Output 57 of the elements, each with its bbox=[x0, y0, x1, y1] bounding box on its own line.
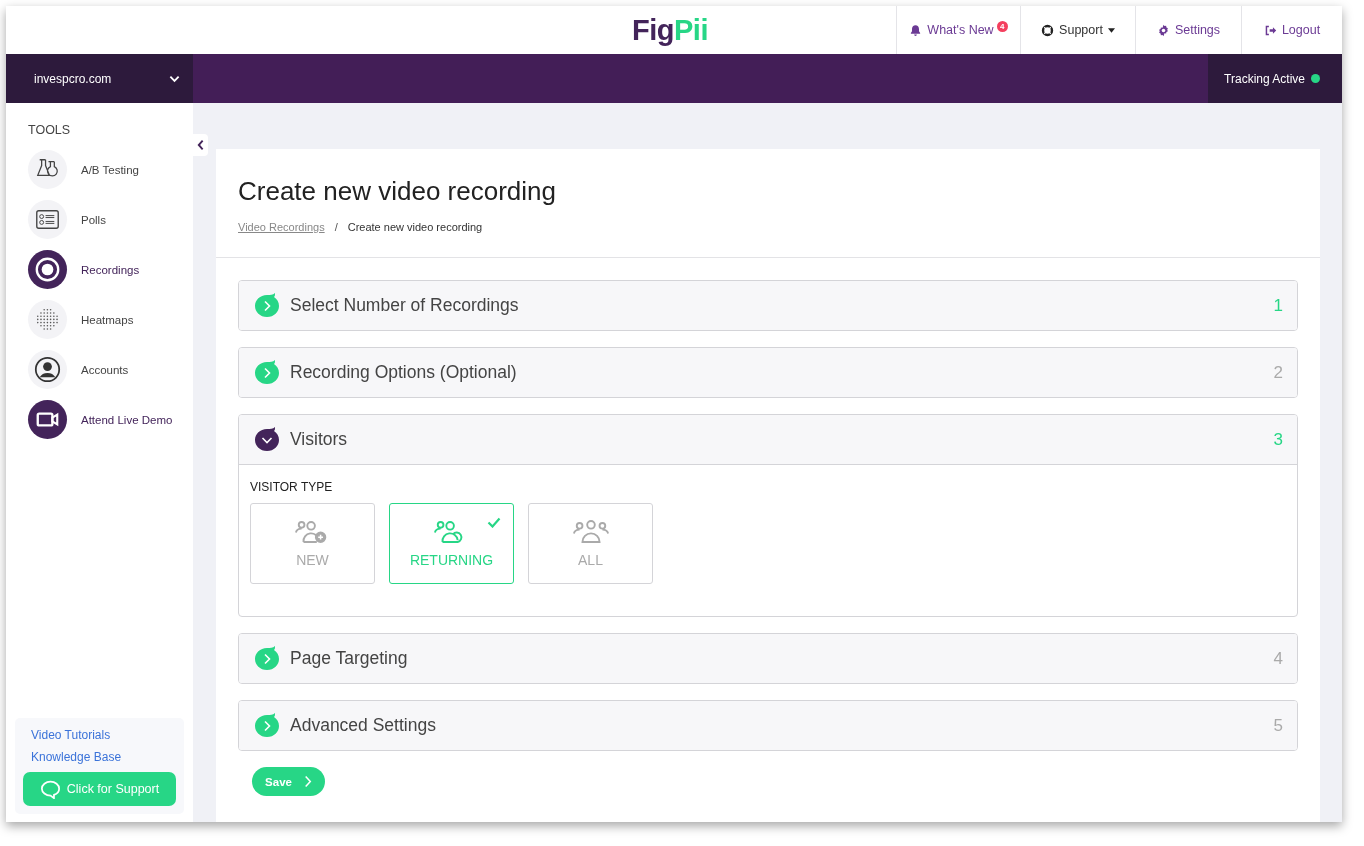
sidebar-item[interactable]: Recordings bbox=[15, 245, 184, 295]
help-link[interactable]: Knowledge Base bbox=[23, 750, 176, 764]
sidebar-item[interactable]: Heatmaps bbox=[15, 295, 184, 345]
step-header[interactable]: Advanced Settings 5 bbox=[239, 701, 1297, 750]
logo-text: Pii bbox=[674, 13, 708, 46]
breadcrumb-separator: / bbox=[334, 221, 338, 233]
page-title: Create new video recording bbox=[238, 176, 557, 207]
visitor-type-label: VISITOR TYPE bbox=[250, 480, 334, 494]
step-title: Visitors bbox=[290, 429, 349, 450]
users-icon bbox=[571, 519, 610, 544]
chevron-right-icon bbox=[253, 291, 281, 320]
sidebar-item[interactable]: Attend Live Demo bbox=[15, 395, 184, 445]
help-link[interactable]: Video Tutorials bbox=[23, 728, 176, 742]
step-header[interactable]: Page Targeting 4 bbox=[239, 634, 1297, 683]
chevron-right-icon bbox=[253, 358, 281, 387]
bell-icon bbox=[909, 23, 923, 37]
step-number: 2 bbox=[1273, 362, 1283, 383]
checkmark-icon bbox=[487, 517, 501, 528]
breadcrumb-current: Create new video recording bbox=[347, 221, 483, 233]
dots-icon bbox=[28, 300, 67, 339]
sidebar-item[interactable]: Accounts bbox=[15, 345, 184, 395]
logo-text: Fig bbox=[632, 13, 675, 46]
lifebuoy-icon bbox=[1041, 23, 1055, 37]
record-icon bbox=[28, 250, 67, 289]
step-title: Advanced Settings bbox=[290, 715, 437, 736]
step-header[interactable]: Recording Options (Optional) 2 bbox=[239, 348, 1297, 397]
step-number: 5 bbox=[1273, 715, 1283, 736]
chevron-down-icon bbox=[253, 425, 281, 454]
step-header[interactable]: Select Number of Recordings 1 bbox=[239, 281, 1297, 330]
collapse-sidebar-button[interactable] bbox=[193, 134, 208, 156]
flasks-icon bbox=[28, 150, 67, 189]
chevron-down-icon bbox=[169, 74, 180, 83]
step-header[interactable]: Visitors 3 bbox=[239, 415, 1297, 465]
chevron-right-icon bbox=[303, 775, 312, 788]
video-camera-icon bbox=[28, 400, 67, 439]
chevron-right-icon bbox=[253, 644, 281, 673]
chevron-right-icon bbox=[253, 711, 281, 740]
step-number: 1 bbox=[1273, 295, 1283, 316]
sidebar-item[interactable]: A/B Testing bbox=[15, 145, 184, 195]
chat-bubble-icon bbox=[39, 779, 61, 799]
sidebar-heading: TOOLS bbox=[28, 123, 72, 137]
step-number: 4 bbox=[1273, 648, 1283, 669]
caret-icon bbox=[1107, 27, 1115, 33]
step-number: 3 bbox=[1273, 429, 1283, 450]
logout-icon bbox=[1263, 23, 1277, 37]
notification-badge: 4 bbox=[996, 20, 1008, 32]
tracking-label: Tracking Active bbox=[1224, 71, 1305, 86]
sidebar-item[interactable]: Polls bbox=[15, 195, 184, 245]
breadcrumb-link[interactable]: Video Recordings bbox=[238, 221, 325, 233]
user-icon bbox=[28, 350, 67, 389]
account-dropdown[interactable]: invespcro.com bbox=[6, 54, 193, 103]
step-title: Select Number of Recordings bbox=[290, 295, 520, 316]
step-title: Recording Options (Optional) bbox=[290, 362, 518, 383]
step-title: Page Targeting bbox=[290, 648, 409, 669]
chevron-left-icon bbox=[196, 139, 205, 151]
settings-icon bbox=[1156, 23, 1170, 37]
list-icon bbox=[28, 200, 67, 239]
